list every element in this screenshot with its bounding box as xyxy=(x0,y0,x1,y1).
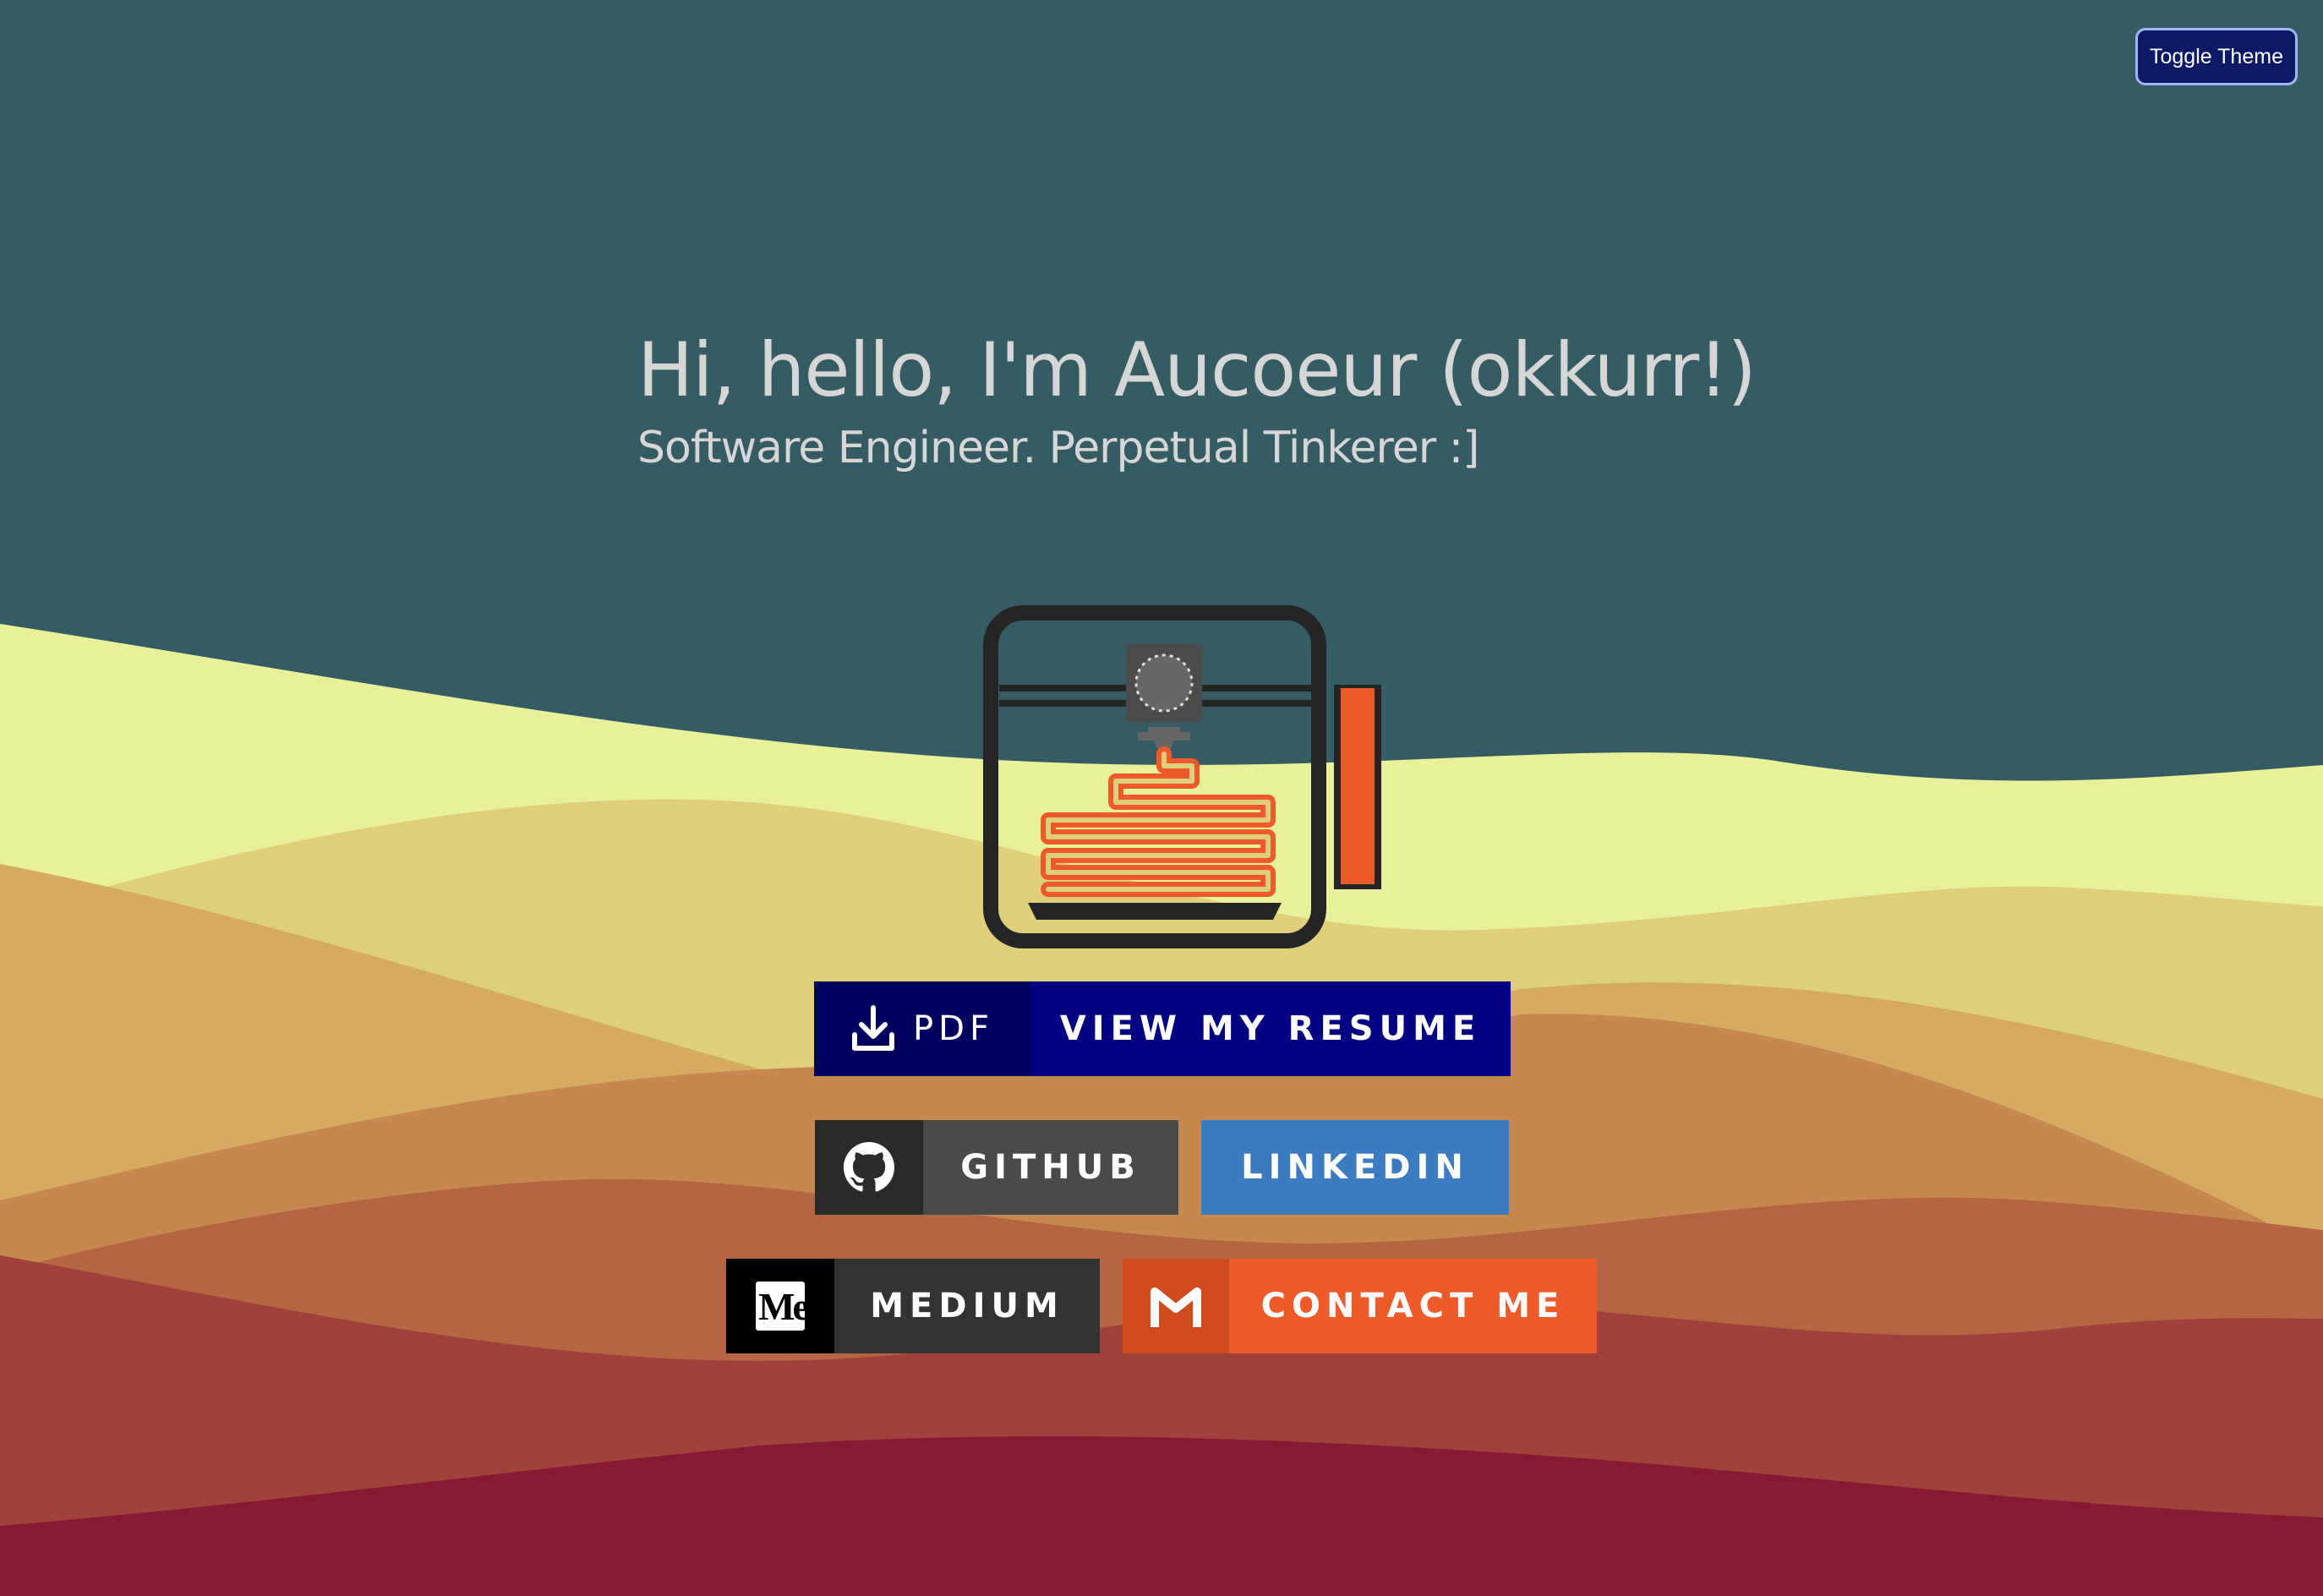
github-icon-section xyxy=(815,1120,923,1215)
toggle-theme-button[interactable]: Toggle Theme xyxy=(2135,28,2298,85)
contact-button[interactable]: CONTACT ME xyxy=(1123,1259,1597,1353)
download-icon xyxy=(852,1005,895,1051)
medium-icon: Me xyxy=(756,1282,805,1331)
linkedin-label: LINKEDIN xyxy=(1201,1120,1509,1215)
resume-button[interactable]: PDF VIEW MY RESUME xyxy=(814,981,1511,1076)
contact-label: CONTACT ME xyxy=(1229,1259,1597,1353)
gmail-icon xyxy=(1151,1287,1201,1327)
page-title: Hi, hello, I'm Aucoeur (okkurr!) xyxy=(637,326,1757,413)
github-button[interactable]: GITHUB xyxy=(815,1120,1178,1215)
medium-icon-section: Me xyxy=(726,1259,834,1353)
pdf-label: PDF xyxy=(913,1009,994,1048)
3d-printer-icon xyxy=(983,605,1381,948)
medium-label: MEDIUM xyxy=(834,1259,1100,1353)
gmail-icon-section xyxy=(1123,1259,1229,1353)
resume-pdf-section: PDF xyxy=(814,981,1030,1076)
medium-button[interactable]: Me MEDIUM xyxy=(726,1259,1100,1353)
page-subtitle: Software Engineer. Perpetual Tinkerer :] xyxy=(637,423,1479,473)
github-icon xyxy=(844,1142,894,1192)
resume-label: VIEW MY RESUME xyxy=(1030,981,1511,1076)
linkedin-button[interactable]: LINKEDIN xyxy=(1201,1120,1509,1215)
github-label: GITHUB xyxy=(923,1120,1178,1215)
